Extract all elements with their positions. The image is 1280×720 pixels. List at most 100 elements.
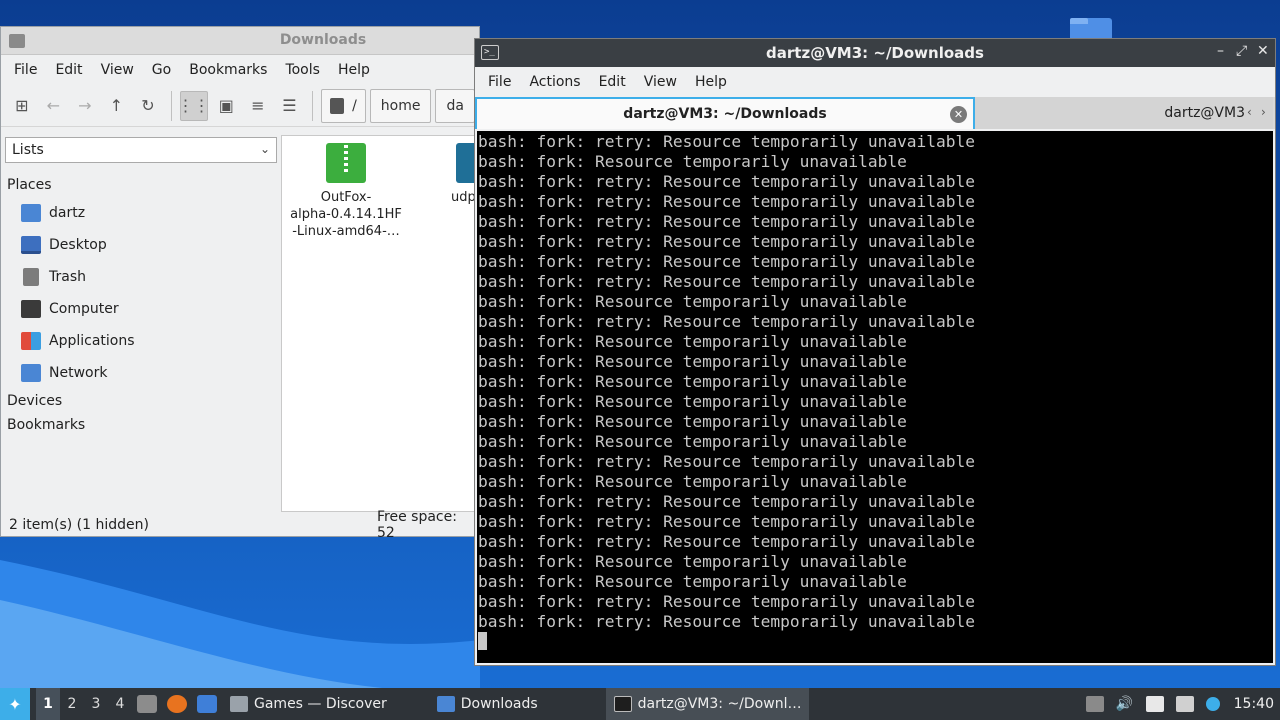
places-sidebar: Places dartz Desktop Trash Computer Appl… [1, 173, 279, 437]
sidebar-item-desktop[interactable]: Desktop [1, 229, 279, 261]
computer-icon [21, 300, 41, 318]
sidebar-item-dartz[interactable]: dartz [1, 197, 279, 229]
reload-icon[interactable]: ↻ [135, 91, 161, 121]
terminal-line: bash: fork: Resource temporarily unavail… [478, 152, 907, 171]
sidebar-item-label: Desktop [49, 237, 107, 253]
close-icon[interactable]: ✕ [1257, 43, 1269, 59]
file-manager-launcher-icon[interactable] [137, 695, 157, 713]
task-downloads[interactable]: Downloads [429, 688, 546, 720]
terminal-line: bash: fork: retry: Resource temporarily … [478, 492, 976, 511]
icon-view-icon[interactable]: ⋮⋮ [178, 90, 210, 121]
terminal-line: bash: fork: retry: Resource temporarily … [478, 252, 976, 271]
up-arrow-icon[interactable]: ↑ [104, 91, 130, 121]
terminal-line: bash: fork: retry: Resource temporarily … [478, 172, 976, 191]
workspace-2[interactable]: 2 [60, 696, 84, 712]
menu-file[interactable]: File [479, 74, 520, 90]
file-manager-window: Downloads File Edit View Go Bookmarks To… [0, 26, 496, 541]
sidebar-item-label: dartz [49, 205, 86, 221]
path-root-button[interactable]: / [321, 88, 366, 123]
menu-actions[interactable]: Actions [520, 74, 589, 90]
side-pane-mode-select[interactable]: Lists ⌄ [5, 137, 277, 163]
menu-file[interactable]: File [5, 62, 46, 78]
sidebar-item-network[interactable]: Network [1, 357, 279, 389]
file-manager-toolbar: ⊞ ← → ↑ ↻ ⋮⋮ ▣ ≡ ☰ / home da [1, 85, 479, 127]
sidebar-item-computer[interactable]: Computer [1, 293, 279, 325]
places-header[interactable]: Places [1, 173, 279, 197]
file-item-outfox[interactable]: OutFox- alpha-0.4.14.1HF -Linux-amd64-… [284, 143, 408, 240]
file-manager-titlebar[interactable]: Downloads [1, 27, 479, 55]
workspace-1[interactable]: 1 [36, 688, 60, 720]
application-menu-icon[interactable]: ✦ [0, 688, 30, 720]
workspace-4[interactable]: 4 [108, 696, 132, 712]
menu-bookmarks[interactable]: Bookmarks [180, 62, 276, 78]
volume-icon[interactable]: 🔊 [1116, 696, 1134, 712]
show-desktop-icon[interactable] [197, 695, 217, 713]
maximize-icon[interactable]: ⤢ [1236, 43, 1247, 59]
menu-edit[interactable]: Edit [46, 62, 91, 78]
close-tab-icon[interactable]: ✕ [950, 106, 967, 123]
discover-icon [230, 696, 248, 712]
network-icon [21, 364, 41, 382]
display-icon[interactable] [1175, 696, 1194, 712]
menu-go[interactable]: Go [143, 62, 180, 78]
sidebar-item-label: Applications [49, 333, 135, 349]
new-tab-icon[interactable]: ⊞ [9, 91, 35, 121]
menu-edit[interactable]: Edit [590, 74, 635, 90]
terminal-output[interactable]: bash: fork: retry: Resource temporarily … [477, 131, 1273, 663]
forward-arrow-icon[interactable]: → [72, 91, 98, 121]
menu-help[interactable]: Help [686, 74, 736, 90]
workspace-3[interactable]: 3 [84, 696, 108, 712]
file-name-line: alpha-0.4.14.1HF [290, 207, 402, 222]
terminal-line: bash: fork: retry: Resource temporarily … [478, 212, 976, 231]
bookmarks-header[interactable]: Bookmarks [1, 413, 279, 437]
devices-header[interactable]: Devices [1, 389, 279, 413]
path-home-button[interactable]: home [369, 88, 432, 123]
sidebar-item-applications[interactable]: Applications [1, 325, 279, 357]
task-games-discover[interactable]: Games — Discover [222, 688, 395, 720]
path-dartz-button[interactable]: da [435, 88, 475, 123]
compact-view-icon[interactable]: ≡ [245, 91, 271, 121]
task-label: dartz@VM3: ~/Downl… [637, 696, 802, 712]
cursor-block [478, 632, 487, 650]
chevron-down-icon: ⌄ [259, 142, 270, 156]
terminal-line: bash: fork: Resource temporarily unavail… [478, 332, 907, 351]
menu-view[interactable]: View [635, 74, 686, 90]
tab-scroll-right-icon[interactable]: › [1261, 105, 1266, 119]
zip-archive-icon [326, 143, 366, 183]
tab-scroll-left-icon[interactable]: ‹ [1247, 105, 1252, 119]
thumbnail-view-icon[interactable]: ▣ [214, 91, 240, 121]
file-manager-menubar: File Edit View Go Bookmarks Tools Help [1, 55, 479, 85]
task-terminal[interactable]: dartz@VM3: ~/Downl… [605, 688, 810, 720]
task-label: Downloads [460, 696, 538, 712]
toolbar-separator [170, 90, 172, 121]
clipboard-icon[interactable] [1145, 696, 1164, 712]
drive-icon [330, 97, 345, 114]
firefox-icon[interactable] [167, 695, 187, 713]
update-notifier-icon[interactable] [1205, 697, 1220, 711]
terminal-line: bash: fork: retry: Resource temporarily … [478, 612, 976, 631]
tab-active[interactable]: dartz@VM3: ~/Downloads ✕ [475, 97, 975, 129]
minimize-icon[interactable]: – [1217, 43, 1224, 59]
terminal-line: bash: fork: retry: Resource temporarily … [478, 512, 976, 531]
file-view-pane[interactable]: OutFox- alpha-0.4.14.1HF -Linux-amd64-… … [281, 135, 496, 512]
terminal-line: bash: fork: retry: Resource temporarily … [478, 532, 976, 551]
menu-tools[interactable]: Tools [276, 62, 329, 78]
terminal-titlebar[interactable]: >_ dartz@VM3: ~/Downloads – ⤢ ✕ [475, 39, 1275, 67]
terminal-line: bash: fork: Resource temporarily unavail… [478, 392, 907, 411]
task-label: Games — Discover [254, 696, 387, 712]
tab-inactive[interactable]: dartz@VM3 [975, 97, 1273, 129]
home-folder-icon [21, 204, 41, 222]
tray-expand-icon[interactable] [1085, 696, 1104, 712]
menu-view[interactable]: View [92, 62, 143, 78]
desktop-icon [21, 236, 41, 254]
terminal-line: bash: fork: retry: Resource temporarily … [478, 312, 976, 331]
detailed-list-view-icon[interactable]: ☰ [277, 91, 303, 121]
sidebar-item-trash[interactable]: Trash [1, 261, 279, 293]
terminal-line: bash: fork: Resource temporarily unavail… [478, 412, 907, 431]
back-arrow-icon[interactable]: ← [41, 91, 67, 121]
menu-help[interactable]: Help [329, 62, 379, 78]
toolbar-separator [312, 90, 314, 121]
clock[interactable]: 15:40 [1234, 696, 1274, 712]
file-name-line: OutFox- [320, 190, 372, 205]
taskbar: ✦ 1 2 3 4 Games — Discover Downloads dar… [0, 688, 1280, 720]
